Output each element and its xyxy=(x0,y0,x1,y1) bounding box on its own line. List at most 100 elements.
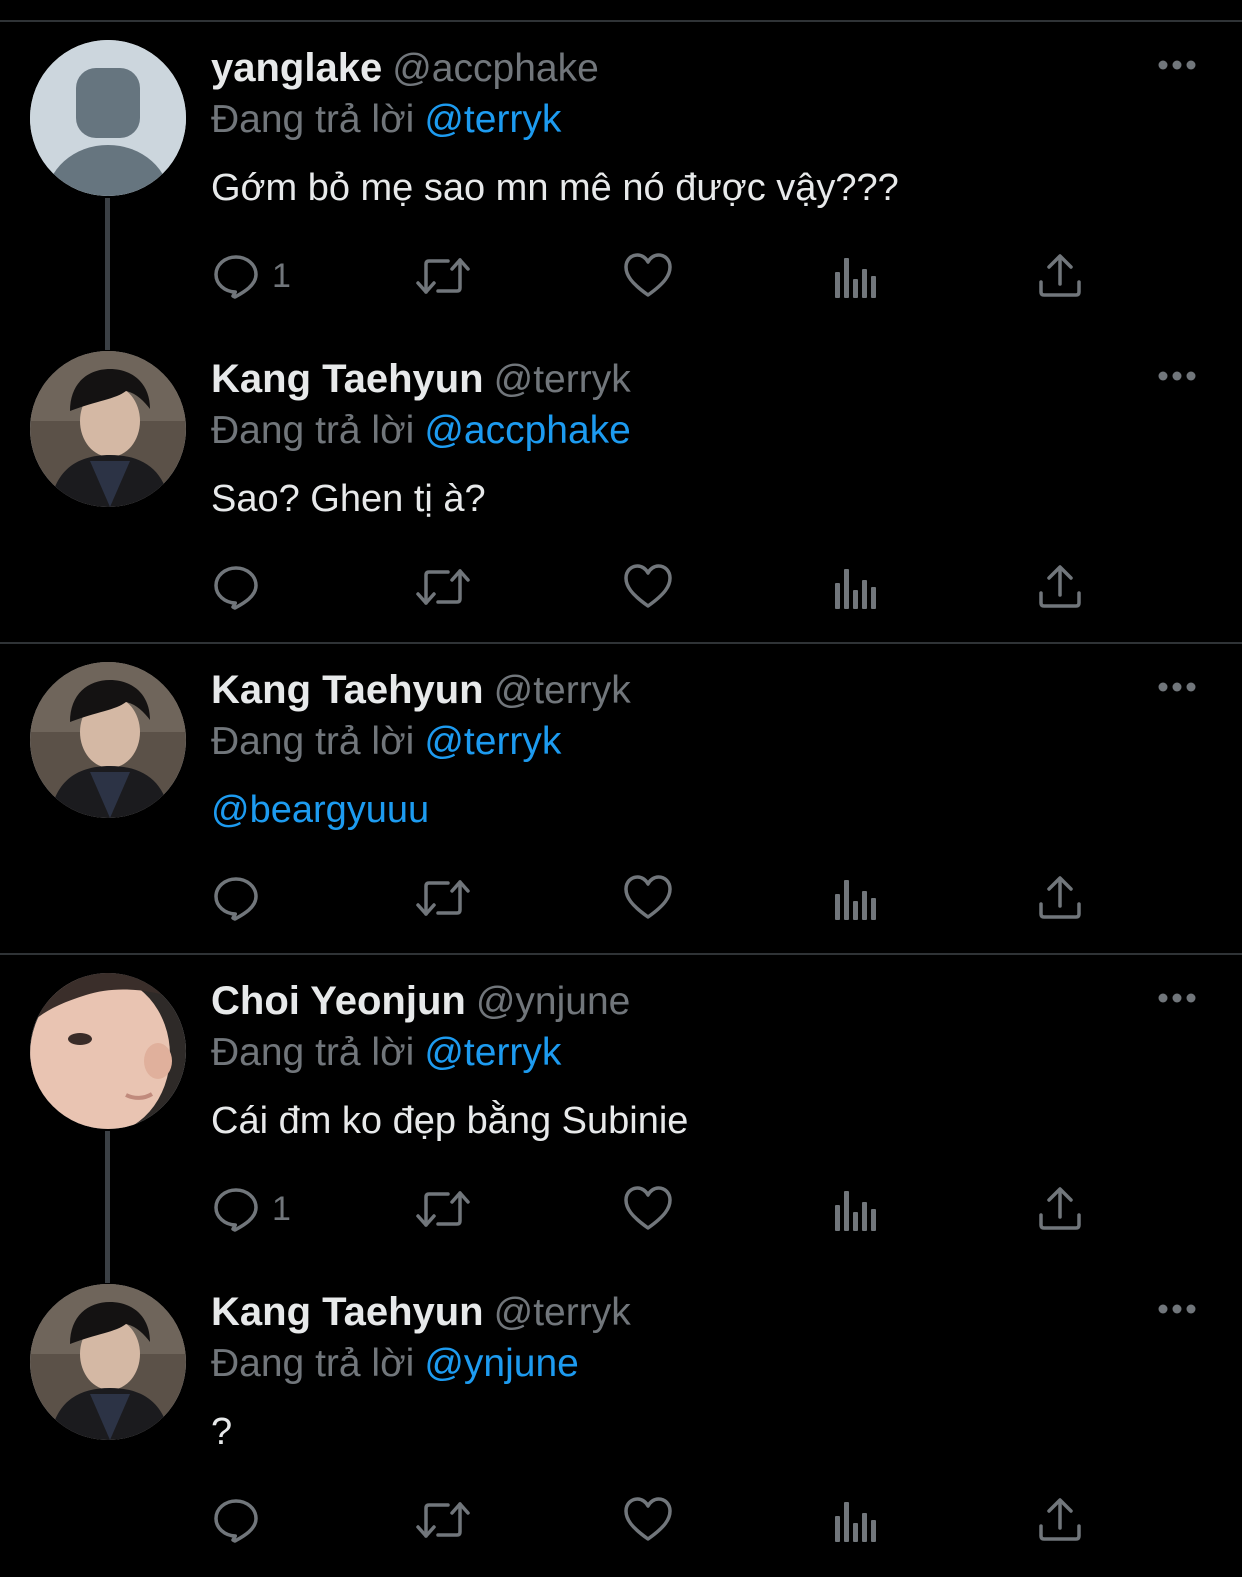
display-name[interactable]: yanglake xyxy=(211,46,382,90)
tweet-actions: 1 xyxy=(0,1179,1242,1239)
user-handle[interactable]: @terryk xyxy=(494,1291,631,1334)
views-button[interactable] xyxy=(829,246,879,306)
reply-icon xyxy=(214,566,258,610)
more-options-icon[interactable] xyxy=(1154,1294,1200,1324)
views-icon xyxy=(835,569,876,609)
replying-to-label: Đang trả lời xyxy=(211,720,415,763)
share-button[interactable] xyxy=(1035,1179,1085,1239)
views-icon xyxy=(835,1502,876,1542)
heart-icon xyxy=(624,875,672,919)
more-options-icon[interactable] xyxy=(1154,983,1200,1013)
more-options-icon[interactable] xyxy=(1154,361,1200,391)
reply-button[interactable]: 1 xyxy=(212,1179,291,1239)
tweet[interactable]: Kang Taehyun @terryk Đang trả lời @ynjune … xyxy=(0,1266,1242,1577)
retweet-button[interactable] xyxy=(414,246,472,306)
profile-photo-image xyxy=(30,662,186,818)
profile-photo-image xyxy=(30,973,186,1129)
replying-to-line: Đang trả lời @terryk xyxy=(211,96,561,144)
tweet-header: Kang Taehyun @terryk xyxy=(211,355,631,403)
user-handle[interactable]: @ynjune xyxy=(476,980,631,1023)
retweet-icon xyxy=(416,569,470,605)
reply-button[interactable]: 1 xyxy=(212,246,291,306)
share-button[interactable] xyxy=(1035,868,1085,928)
views-icon xyxy=(835,258,876,298)
retweet-icon xyxy=(416,1502,470,1538)
views-icon xyxy=(835,880,876,920)
retweet-button[interactable] xyxy=(414,557,472,617)
user-handle[interactable]: @terryk xyxy=(494,669,631,712)
views-icon xyxy=(835,1191,876,1231)
tweet-text: Sao? Ghen tị à? xyxy=(211,478,486,520)
avatar[interactable] xyxy=(30,973,186,1129)
display-name[interactable]: Kang Taehyun xyxy=(211,668,484,712)
reply-icon xyxy=(214,1499,258,1543)
replying-to-label: Đang trả lời xyxy=(211,1342,415,1385)
heart-icon xyxy=(624,1186,672,1230)
like-button[interactable] xyxy=(623,868,673,928)
replying-to-handle[interactable]: @terryk xyxy=(424,98,561,141)
user-handle[interactable]: @terryk xyxy=(494,358,631,401)
user-handle[interactable]: @accphake xyxy=(392,47,599,90)
views-button[interactable] xyxy=(829,1490,879,1550)
retweet-button[interactable] xyxy=(414,1490,472,1550)
tweet-text: Cái đm ko đẹp bằng Subinie xyxy=(211,1100,689,1142)
replying-to-line: Đang trả lời @accphake xyxy=(211,407,631,455)
like-button[interactable] xyxy=(623,557,673,617)
share-button[interactable] xyxy=(1035,557,1085,617)
display-name[interactable]: Kang Taehyun xyxy=(211,357,484,401)
like-button[interactable] xyxy=(623,1490,673,1550)
share-button[interactable] xyxy=(1035,246,1085,306)
reply-icon xyxy=(214,1188,258,1232)
replying-to-line: Đang trả lời @ynjune xyxy=(211,1340,579,1388)
share-button[interactable] xyxy=(1035,1490,1085,1550)
retweet-button[interactable] xyxy=(414,868,472,928)
reply-thread-feed: yanglake @accphake Đang trả lời @terryk Gớ… xyxy=(0,22,1242,1577)
tweet-header: Kang Taehyun @terryk xyxy=(211,666,631,714)
like-button[interactable] xyxy=(623,246,673,306)
tweet-actions xyxy=(0,1490,1242,1550)
replying-to-handle[interactable]: @ynjune xyxy=(424,1342,579,1385)
avatar[interactable] xyxy=(30,351,186,507)
like-button[interactable] xyxy=(623,1179,673,1239)
tweet-text: Gớm bỏ mẹ sao mn mê nó được vậy??? xyxy=(211,167,899,209)
tweet[interactable]: Choi Yeonjun @ynjune Đang trả lời @terryk … xyxy=(0,955,1242,1283)
tweet[interactable]: Kang Taehyun @terryk Đang trả lời @terryk … xyxy=(0,644,1242,955)
views-button[interactable] xyxy=(829,557,879,617)
views-button[interactable] xyxy=(829,1179,879,1239)
replying-to-line: Đang trả lời @terryk xyxy=(211,1029,561,1077)
reply-button[interactable] xyxy=(212,557,272,617)
avatar[interactable] xyxy=(30,1284,186,1440)
replying-to-handle[interactable]: @terryk xyxy=(424,720,561,763)
display-name[interactable]: Choi Yeonjun xyxy=(211,979,466,1023)
share-icon xyxy=(1039,1187,1081,1230)
tweet-actions: 1 xyxy=(0,246,1242,306)
replying-to-line: Đang trả lời @terryk xyxy=(211,718,561,766)
display-name[interactable]: Kang Taehyun xyxy=(211,1290,484,1334)
retweet-button[interactable] xyxy=(414,1179,472,1239)
replying-to-handle[interactable]: @accphake xyxy=(424,409,631,452)
avatar[interactable] xyxy=(30,662,186,818)
profile-photo-image xyxy=(30,1284,186,1440)
retweet-icon xyxy=(416,880,470,916)
more-options-icon[interactable] xyxy=(1154,50,1200,80)
views-button[interactable] xyxy=(829,868,879,928)
heart-icon xyxy=(624,1497,672,1541)
tweet[interactable]: yanglake @accphake Đang trả lời @terryk Gớ… xyxy=(0,22,1242,350)
tweet-text: ? xyxy=(211,1411,233,1453)
replying-to-label: Đang trả lời xyxy=(211,98,415,141)
tweet-text-mention-link[interactable]: @beargyuuu xyxy=(211,786,429,834)
share-icon xyxy=(1039,254,1081,297)
share-icon xyxy=(1039,1498,1081,1541)
tweet-header: yanglake @accphake xyxy=(211,44,599,92)
reply-button[interactable] xyxy=(212,1490,272,1550)
avatar[interactable] xyxy=(30,40,186,196)
reply-count: 1 xyxy=(272,1189,291,1228)
tweet[interactable]: Kang Taehyun @terryk Đang trả lời @accphak… xyxy=(0,333,1242,644)
retweet-icon xyxy=(416,1191,470,1227)
reply-button[interactable] xyxy=(212,868,272,928)
replying-to-handle[interactable]: @terryk xyxy=(424,1031,561,1074)
reply-icon xyxy=(214,255,258,299)
more-options-icon[interactable] xyxy=(1154,672,1200,702)
heart-icon xyxy=(624,253,672,297)
share-icon xyxy=(1039,565,1081,608)
